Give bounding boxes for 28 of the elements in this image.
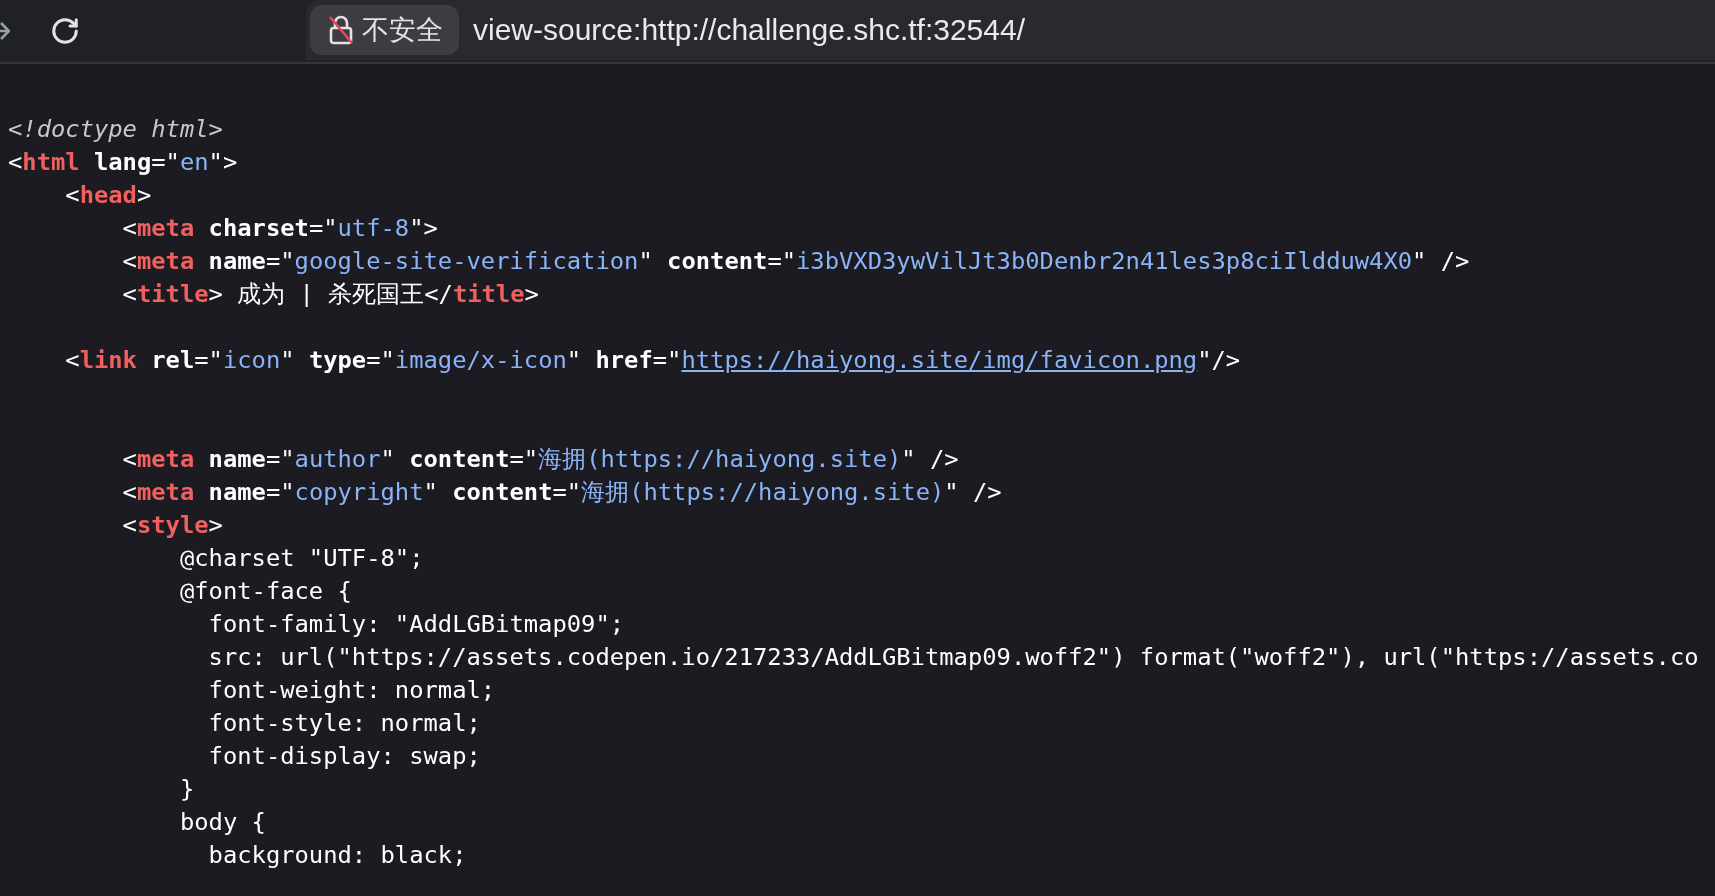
source-code-line: <head> [64, 180, 152, 211]
address-bar[interactable]: 不安全 view-source:http://challenge.shc.tf:32544/ [306, 0, 1715, 60]
arrow-icon[interactable] [0, 20, 10, 42]
source-code-line: <title> 成为 | 杀死国王</title> [121, 279, 539, 310]
source-code-line: <html lang="en"> [8, 147, 238, 178]
security-chip[interactable]: 不安全 [310, 5, 459, 55]
source-code-line: background: black; [207, 840, 467, 871]
source-code-line: @charset "UTF-8"; [178, 543, 424, 574]
source-code-line: <meta name="copyright" content="海拥(https://haiyong.site)" /> [121, 477, 1002, 508]
source-code-line: @font-face { [178, 576, 352, 607]
source-code-line: } [178, 774, 195, 805]
source-code-line: <link rel="icon" type="image/x-icon" href=" [64, 345, 682, 376]
unlocked-lock-icon [328, 15, 354, 45]
source-code-line: font-style: normal; [207, 708, 481, 739]
source-link[interactable]: https://haiyong.site/img/favicon.png [681, 344, 1198, 377]
source-code-line: body { [178, 807, 266, 838]
source-code-line: "/> [1197, 345, 1241, 376]
source-code-line: font-weight: normal; [207, 675, 496, 706]
source-code-line: <meta charset="utf-8"> [121, 213, 438, 244]
reload-icon[interactable] [50, 16, 80, 46]
source-code-line: <!doctype html> [8, 114, 223, 145]
source-code-line: font-family: "AddLGBitmap09"; [207, 609, 625, 640]
source-code-line: <meta name="google-site-verification" content="i3bVXD3ywVilJt3b0Denbr2n41les3p8ciIldduw4X0" /> [121, 246, 1470, 277]
source-code-line: <style> [121, 510, 223, 541]
source-code-line: <meta name="author" content="海拥(https://haiyong.site)" /> [121, 444, 959, 475]
source-code-line: src: url("https://assets.codepen.io/217233/AddLGBitmap09.woff2") format("woff2"), url("https://assets.co [207, 642, 1699, 673]
source-code-line: font-display: swap; [207, 741, 481, 772]
url-text: view-source:http://challenge.shc.tf:32544/ [473, 13, 1025, 47]
